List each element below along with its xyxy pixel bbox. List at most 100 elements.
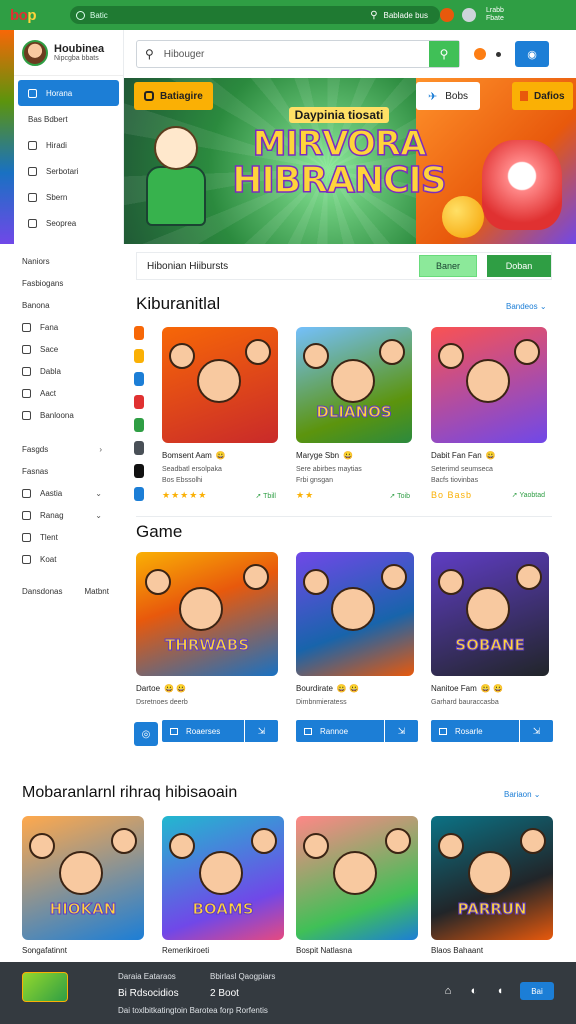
sidebar-footer-a[interactable]: Dansdonas [22, 587, 62, 596]
sidebar-item[interactable]: Sbern [18, 184, 119, 210]
footer-col-1a[interactable]: Daraia Eataraos [118, 972, 176, 981]
game-card[interactable]: THRWABS Dartoe 😀 😀 Dsretnoes deerb Roaerses ⇲ [136, 552, 278, 742]
game-thumbnail[interactable]: BOAMS [162, 816, 284, 940]
category-chip[interactable] [134, 349, 144, 363]
top-menu[interactable]: Lrabb Fbate [486, 7, 504, 23]
profile-card[interactable]: Houbinea Nipcgba bbats [14, 30, 123, 76]
hero-banner[interactable]: Daypinia tiosati MIRVORA HIBRANCIS Batia… [124, 78, 576, 244]
sidebar-lower-item[interactable]: Fasbiogans [0, 272, 124, 294]
sidebar-item[interactable]: Hiradi [18, 132, 119, 158]
category-chip[interactable] [134, 441, 144, 455]
share-button[interactable]: ⇲ [384, 720, 418, 742]
game-card-title[interactable]: Dartoe [136, 684, 160, 693]
game-card-title[interactable]: Bomsent Aam [162, 451, 212, 460]
game-thumbnail[interactable]: DLIANOS [296, 327, 412, 443]
category-chip[interactable] [134, 372, 144, 386]
sidebar-lower-item[interactable]: Naniors [0, 250, 124, 272]
sidebar-item[interactable]: Bas Bdbert [18, 106, 119, 132]
category-chip[interactable] [134, 418, 144, 432]
thumbnail-title-art: SOBANE [455, 636, 525, 655]
sidebar-lower-item[interactable]: Sace [0, 338, 124, 360]
play-button[interactable]: Roaerses [162, 720, 244, 742]
game-thumbnail[interactable] [296, 816, 418, 940]
app-logo[interactable]: bop [10, 7, 36, 24]
game-card[interactable]: SOBANE Nanitoe Fam 😀 😀 Garhard bauraccasba R… [431, 552, 553, 742]
game-card-title[interactable]: Nanitoe Fam [431, 684, 477, 693]
hero-badge[interactable]: Batiagire [134, 82, 213, 110]
featured-card[interactable]: PARRUN Blaos Bahaant [431, 816, 553, 955]
category-chip[interactable] [134, 395, 144, 409]
sidebar-lower-item[interactable]: Fasgds › [0, 438, 124, 460]
sidebar-lower-item[interactable]: Fasnas [0, 460, 124, 482]
game-card-title[interactable]: Bourdirate [296, 684, 333, 693]
category-chip[interactable] [134, 464, 144, 478]
fire-icon[interactable] [474, 48, 486, 60]
game-thumbnail[interactable]: THRWABS [136, 552, 278, 676]
footer-button[interactable]: Bai [520, 982, 554, 1000]
chevron-icon[interactable]: ⌄ [95, 511, 102, 520]
section-1-more-link[interactable]: Bandeos ⌄ [506, 302, 547, 311]
game-card-title[interactable]: Maryge Sbn [296, 451, 339, 460]
section-1-more-label: Bandeos [506, 302, 538, 311]
notification-avatar[interactable] [440, 8, 454, 22]
game-card-title[interactable]: Dabit Fan Fan [431, 451, 482, 460]
game-card[interactable]: Dabit Fan Fan 😀 Seterimd seumseca Bacfs tio… [431, 327, 553, 500]
share-button[interactable]: ⇲ [244, 720, 278, 742]
top-search-bar[interactable]: Batic ⚲ Bablade bus [70, 6, 440, 24]
game-card[interactable]: Bomsent Aam 😀 Seadbatl ersolpaka Bos Ebssol… [162, 327, 284, 501]
chat-icon[interactable]: ◖ [494, 985, 506, 997]
search-submit-button[interactable]: ⚲ [429, 41, 459, 67]
featured-card[interactable]: HIOKAN Songafatinnt [22, 816, 144, 955]
play-button[interactable]: Rosarle [431, 720, 519, 742]
dot-icon[interactable] [496, 51, 501, 57]
sidebar-lower-item[interactable]: Fana [0, 316, 124, 338]
search-icon[interactable]: ⚲ [370, 10, 377, 21]
chevron-icon[interactable]: › [99, 445, 102, 454]
game-thumbnail[interactable] [296, 552, 414, 676]
featured-card[interactable]: BOAMS Remerikiroeti [162, 816, 284, 955]
gamepad-icon[interactable]: ◐ [468, 985, 480, 997]
footer-col-2b[interactable]: 2 Boot [210, 988, 239, 999]
rating-stars: Bo Basb [431, 490, 473, 500]
category-chip[interactable] [134, 326, 144, 340]
sidebar-lower-item[interactable]: Ranag ⌄ [0, 504, 124, 526]
game-card[interactable]: DLIANOS Maryge Sbn 😀 Sere abirbes maytias Fr… [296, 327, 418, 501]
sidebar-lower-item[interactable]: Aastia ⌄ [0, 482, 124, 504]
user-avatar[interactable] [462, 8, 476, 22]
sidebar-lower-item[interactable]: Koat [0, 548, 124, 570]
footer-col-1b[interactable]: Bi Rdsocidios [118, 988, 179, 999]
sidebar-footer-b[interactable]: Matbnt [84, 587, 108, 596]
sidebar-item[interactable]: Serbotari [18, 158, 119, 184]
share-button[interactable]: ⇲ [519, 720, 553, 742]
sidebar-item[interactable]: Horana [18, 80, 119, 106]
featured-card[interactable]: Bospit Natlasna [296, 816, 418, 955]
game-thumbnail[interactable] [431, 327, 547, 443]
sidebar-lower-item[interactable]: Banloona [0, 404, 124, 426]
section-3-more-link[interactable]: Bariaon ⌄ [504, 790, 541, 799]
filter-button-2[interactable]: Doban [487, 255, 551, 277]
chevron-icon[interactable]: ⌄ [95, 489, 102, 498]
game-thumbnail[interactable]: PARRUN [431, 816, 553, 940]
game-thumbnail[interactable] [162, 327, 278, 443]
info-button[interactable]: ◎ [134, 722, 158, 746]
category-chip[interactable] [134, 487, 144, 501]
hero-button-1[interactable]: ✈ Bobs [416, 82, 481, 110]
sidebar-lower-item[interactable]: Aact [0, 382, 124, 404]
game-card[interactable]: Bourdirate 😀 😀 Dimbnmieratess Rannoe ⇲ [296, 552, 418, 742]
game-thumbnail[interactable]: SOBANE [431, 552, 549, 676]
sidebar-lower-item[interactable]: Banona [0, 294, 124, 316]
filter-button-1[interactable]: Baner [419, 255, 477, 277]
search-input[interactable]: ⚲ Hibouger ⚲ [136, 40, 460, 68]
footer-col-2a[interactable]: Bbirlasl Qaogpiars [210, 972, 275, 981]
sidebar-item[interactable]: Seoprea [18, 210, 119, 236]
game-thumbnail[interactable]: HIOKAN [22, 816, 144, 940]
settings-button[interactable]: ◉ [515, 41, 549, 67]
play-button[interactable]: Rannoe [296, 720, 384, 742]
hero-button-2[interactable]: Dafios [512, 82, 573, 110]
game-card-meta: Seterimd seumseca [431, 466, 493, 473]
home-icon[interactable]: ⌂ [442, 985, 454, 997]
footer-logo[interactable] [22, 972, 68, 1002]
sidebar-lower-item[interactable]: Dabla [0, 360, 124, 382]
sidebar-lower-label: Banona [22, 300, 50, 310]
sidebar-lower-item[interactable]: Tlent [0, 526, 124, 548]
